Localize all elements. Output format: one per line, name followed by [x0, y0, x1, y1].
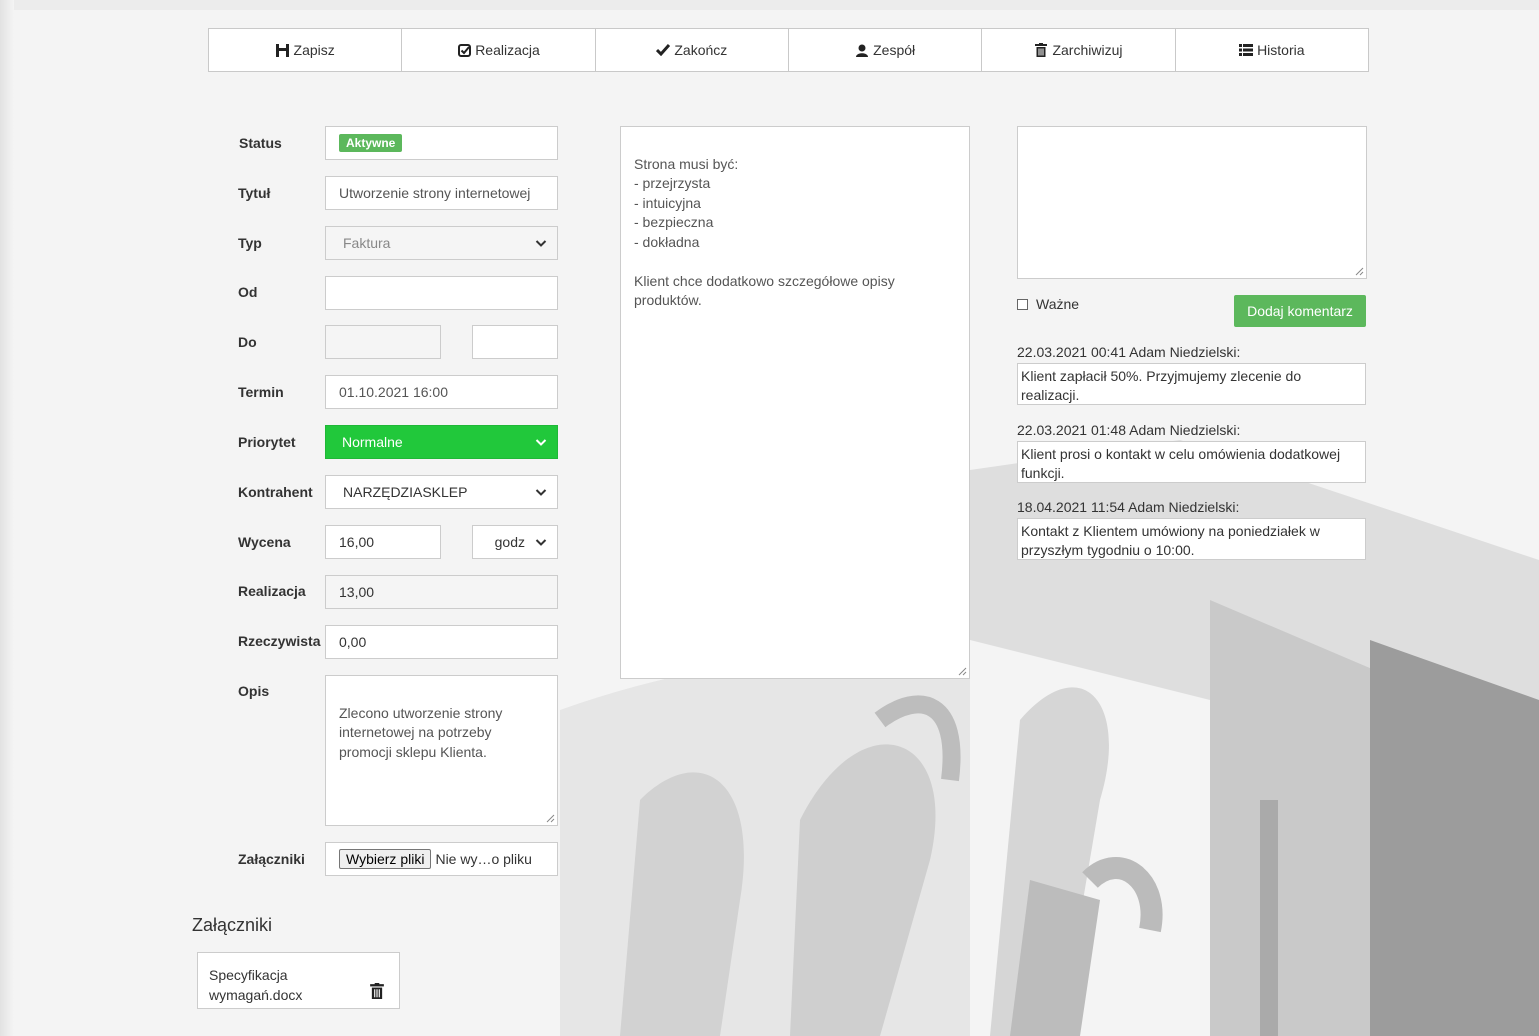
status-badge: Aktywne — [339, 134, 403, 152]
comment-body: Kontakt z Klientem umówiony na poniedzia… — [1017, 518, 1366, 560]
estimate-label: Wycena — [238, 534, 291, 550]
resize-grip-icon[interactable] — [957, 666, 967, 676]
chevron-down-icon — [535, 240, 547, 247]
file-input[interactable]: Wybierz pliki Nie wy…o pliku — [325, 842, 558, 876]
important-checkbox[interactable] — [1017, 298, 1028, 310]
save-button[interactable]: Zapisz — [209, 29, 403, 71]
comment-body: Klient zapłacił 50%. Przyjmujemy zleceni… — [1017, 363, 1366, 405]
status-field: Aktywne — [325, 126, 558, 160]
comment-header: 22.03.2021 00:41 Adam Niedzielski: — [1017, 344, 1241, 360]
delete-attachment-icon[interactable] — [370, 983, 384, 999]
realization-field-label: Realizacja — [238, 583, 306, 599]
deadline-input[interactable]: 01.10.2021 16:00 — [325, 375, 558, 409]
chevron-down-icon — [535, 489, 547, 496]
history-label: Historia — [1257, 42, 1305, 58]
important-label: Ważne — [1036, 296, 1080, 312]
description-label: Opis — [238, 683, 270, 699]
team-button[interactable]: Zespół — [789, 29, 983, 71]
important-row: Ważne — [1017, 296, 1079, 312]
contractor-value: NARZĘDZIASKLEP — [343, 484, 468, 500]
to-date-input[interactable] — [325, 325, 441, 359]
attachments-label: Załączniki — [238, 851, 305, 867]
attachment-card[interactable]: Specyfikacja wymagań.docx — [197, 952, 400, 1009]
contractor-select[interactable]: NARZĘDZIASKLEP — [325, 475, 558, 509]
priority-select[interactable]: Normalne — [325, 425, 558, 459]
comment-header: 22.03.2021 01:48 Adam Niedzielski: — [1017, 422, 1241, 438]
attachment-file-name[interactable]: Specyfikacja wymagań.docx — [209, 965, 359, 1005]
estimate-unit-value: godz — [494, 534, 525, 550]
notes-textarea[interactable]: Strona musi być: - przejrzysta - intuicy… — [620, 126, 970, 679]
add-comment-button[interactable]: Dodaj komentarz — [1234, 295, 1366, 327]
realization-button[interactable]: Realizacja — [402, 29, 596, 71]
file-status-text: Nie wy…o pliku — [435, 851, 532, 867]
contractor-label: Kontrahent — [238, 484, 313, 500]
to-label: Do — [238, 334, 257, 350]
priority-value: Normalne — [342, 434, 403, 450]
estimate-input[interactable]: 16,00 — [325, 525, 441, 559]
chevron-down-icon — [535, 439, 547, 446]
notes-text: Strona musi być: - przejrzysta - intuicy… — [634, 155, 895, 309]
finish-label: Zakończ — [674, 42, 728, 58]
from-label: Od — [238, 284, 258, 300]
type-value: Faktura — [343, 235, 391, 251]
resize-grip-icon[interactable] — [545, 813, 555, 823]
actual-input[interactable]: 0,00 — [325, 625, 558, 659]
resize-grip-icon[interactable] — [1354, 266, 1364, 276]
status-label: Status — [239, 135, 282, 151]
list-icon — [1239, 43, 1254, 57]
check-icon — [656, 43, 671, 57]
estimate-unit-select[interactable]: godz — [472, 525, 558, 559]
chevron-down-icon — [535, 539, 547, 546]
trash-icon — [1034, 43, 1048, 57]
realization-label: Realizacja — [475, 42, 540, 58]
save-label: Zapisz — [293, 42, 335, 58]
archive-button[interactable]: Zarchiwizuj — [982, 29, 1176, 71]
description-text: Zlecono utworzenie strony internetowej n… — [339, 704, 503, 760]
user-icon — [855, 43, 869, 57]
description-textarea[interactable]: Zlecono utworzenie strony internetowej n… — [325, 675, 558, 826]
archive-label: Zarchiwizuj — [1052, 42, 1123, 58]
save-icon — [276, 43, 290, 57]
title-label: Tytuł — [238, 185, 271, 201]
actual-label: Rzeczywista — [238, 633, 321, 649]
finish-button[interactable]: Zakończ — [596, 29, 789, 71]
attachments-heading: Załączniki — [192, 915, 273, 935]
action-toolbar: Zapisz Realizacja Zakończ Zespół Zarchiw… — [208, 28, 1369, 72]
priority-label: Priorytet — [238, 434, 296, 450]
team-label: Zespół — [873, 42, 916, 58]
to-time-input[interactable] — [472, 325, 558, 359]
realization-input[interactable]: 13,00 — [325, 575, 558, 609]
comment-header: 18.04.2021 11:54 Adam Niedzielski: — [1017, 499, 1240, 515]
check-square-icon — [457, 43, 471, 57]
comment-body: Klient prosi o kontakt w celu omówienia … — [1017, 441, 1366, 483]
type-select[interactable]: Faktura — [325, 226, 558, 260]
title-input[interactable]: Utworzenie strony internetowej — [325, 176, 558, 210]
from-input[interactable] — [325, 276, 558, 310]
deadline-label: Termin — [238, 384, 284, 400]
comment-textarea[interactable] — [1017, 126, 1367, 279]
history-button[interactable]: Historia — [1176, 29, 1368, 71]
type-label: Typ — [238, 235, 262, 251]
choose-files-button[interactable]: Wybierz pliki — [339, 849, 432, 869]
